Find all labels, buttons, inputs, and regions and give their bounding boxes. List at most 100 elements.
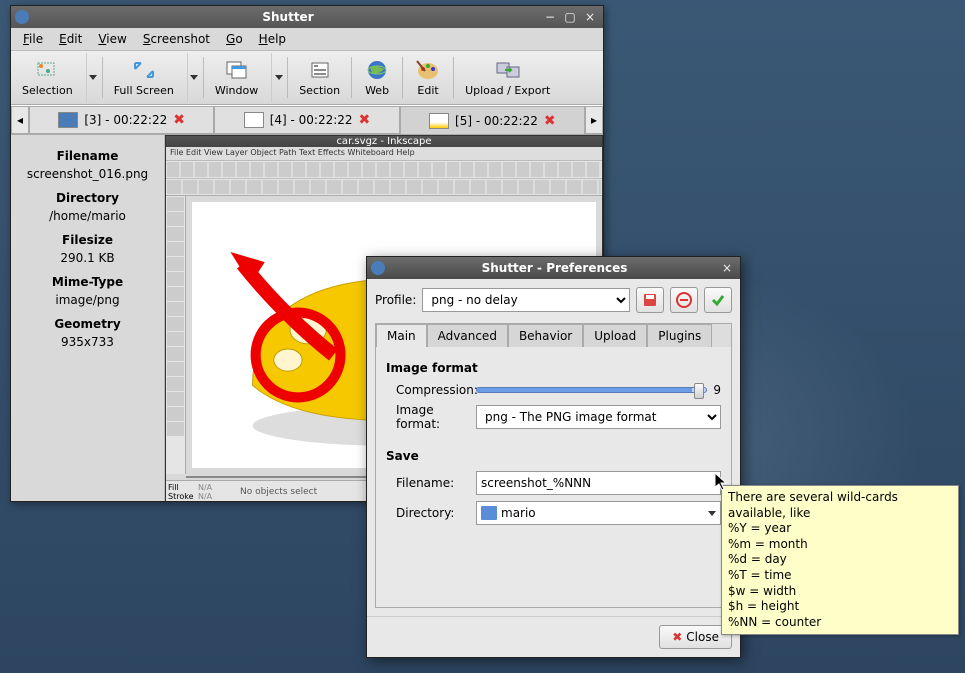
- web-label: Web: [365, 84, 389, 97]
- inkscape-toolbar: File Edit View Layer Object Path Text Ef…: [166, 147, 602, 196]
- prefs-close-x[interactable]: ×: [718, 260, 736, 276]
- edit-button[interactable]: Edit: [405, 53, 451, 102]
- folder-icon: [481, 506, 497, 520]
- info-sidebar: Filename screenshot_016.png Directory /h…: [11, 135, 165, 501]
- main-titlebar[interactable]: Shutter − ▢ ×: [11, 6, 603, 28]
- compression-slider[interactable]: [476, 387, 707, 393]
- selection-button[interactable]: Selection: [13, 53, 82, 102]
- tab-close-icon[interactable]: ✖: [544, 113, 556, 129]
- menu-screenshot[interactable]: Screenshot: [137, 30, 216, 48]
- chevron-down-icon: [89, 75, 97, 80]
- menu-help[interactable]: Help: [253, 30, 292, 48]
- filesize-value: 290.1 KB: [19, 251, 156, 265]
- window-label: Window: [215, 84, 258, 97]
- filename-input[interactable]: [476, 471, 721, 495]
- prefs-titlebar[interactable]: Shutter - Preferences ×: [367, 257, 740, 279]
- fullscreen-dropdown[interactable]: [187, 53, 201, 102]
- fullscreen-label: Full Screen: [114, 84, 174, 97]
- slider-thumb[interactable]: [694, 383, 704, 399]
- filesize-label: Filesize: [19, 233, 156, 247]
- filename-value: screenshot_016.png: [19, 167, 156, 181]
- tab-close-icon[interactable]: ✖: [173, 112, 185, 128]
- fullscreen-button[interactable]: Full Screen: [105, 53, 183, 102]
- tab-label: [3] - 00:22:22: [84, 113, 167, 127]
- tab-label: [4] - 00:22:22: [270, 113, 353, 127]
- menu-view[interactable]: View: [92, 30, 132, 48]
- window-icon: [223, 58, 251, 82]
- section-button[interactable]: Section: [290, 53, 349, 102]
- upload-icon: [494, 58, 522, 82]
- tab-main[interactable]: Main: [376, 324, 427, 347]
- tab-label: [5] - 00:22:22: [455, 114, 538, 128]
- window-button[interactable]: Window: [206, 53, 267, 102]
- selection-label: Selection: [22, 84, 73, 97]
- delete-profile-button[interactable]: [670, 287, 698, 313]
- save-profile-button[interactable]: [636, 287, 664, 313]
- section-icon: [306, 58, 334, 82]
- prefs-tabs: Main Advanced Behavior Upload Plugins Im…: [375, 323, 732, 608]
- tab-5[interactable]: [5] - 00:22:22 ✖: [400, 106, 585, 134]
- edit-label: Edit: [417, 84, 438, 97]
- compression-label: Compression:: [386, 383, 476, 397]
- tooltip-line: There are several wild-cards available, …: [728, 490, 952, 521]
- inkscape-title: car.svgz - Inkscape: [166, 136, 602, 147]
- image-format-select[interactable]: png - The PNG image format: [476, 405, 721, 429]
- tooltip-line: %T = time: [728, 568, 952, 584]
- directory-label: Directory: [19, 191, 156, 205]
- window-dropdown[interactable]: [271, 53, 285, 102]
- tab-scroll-right[interactable]: ▸: [585, 106, 603, 134]
- toolbar: Selection Full Screen Window Section Web…: [11, 51, 603, 105]
- tooltip-line: %m = month: [728, 537, 952, 553]
- minimize-button[interactable]: −: [541, 9, 559, 25]
- app-icon: [15, 10, 29, 24]
- tab-upload[interactable]: Upload: [583, 324, 647, 347]
- directory-field-label: Directory:: [386, 506, 476, 520]
- globe-icon: [363, 58, 391, 82]
- compression-value: 9: [713, 383, 721, 397]
- menu-go[interactable]: Go: [220, 30, 249, 48]
- tab-3[interactable]: [3] - 00:22:22 ✖: [29, 106, 214, 134]
- tabs-row: ◂ [3] - 00:22:22 ✖ [4] - 00:22:22 ✖ [5] …: [11, 105, 603, 135]
- inkscape-toolbox: [166, 196, 186, 474]
- tab-scroll-left[interactable]: ◂: [11, 106, 29, 134]
- tooltip-line: %d = day: [728, 552, 952, 568]
- save-section: Save: [386, 449, 721, 463]
- wildcard-tooltip: There are several wild-cards available, …: [721, 485, 959, 635]
- chevron-down-icon: [708, 511, 716, 516]
- directory-select[interactable]: mario: [476, 501, 721, 525]
- tab-thumb-icon: [58, 112, 78, 128]
- tab-thumb-icon: [244, 112, 264, 128]
- geometry-label: Geometry: [19, 317, 156, 331]
- tab-close-icon[interactable]: ✖: [359, 112, 371, 128]
- prefs-title: Shutter - Preferences: [391, 261, 718, 275]
- section-label: Section: [299, 84, 340, 97]
- profile-select[interactable]: png - no delay: [422, 288, 630, 312]
- filename-label: Filename: [19, 149, 156, 163]
- upload-button[interactable]: Upload / Export: [456, 53, 559, 102]
- tab-advanced[interactable]: Advanced: [427, 324, 508, 347]
- tooltip-line: %Y = year: [728, 521, 952, 537]
- chevron-down-icon: [275, 75, 283, 80]
- maximize-button[interactable]: ▢: [561, 9, 579, 25]
- directory-value: mario: [501, 506, 708, 520]
- tab-behavior[interactable]: Behavior: [508, 324, 583, 347]
- menu-edit[interactable]: Edit: [53, 30, 88, 48]
- imgfmt-label: Image format:: [386, 403, 476, 431]
- fullscreen-icon: [130, 58, 158, 82]
- tab-plugins[interactable]: Plugins: [647, 324, 712, 347]
- prefs-tab-content: Image format Compression: 9 Image format…: [376, 347, 731, 607]
- profile-row: Profile: png - no delay: [375, 287, 732, 313]
- close-button[interactable]: ×: [581, 9, 599, 25]
- tooltip-line: $h = height: [728, 599, 952, 615]
- selection-dropdown[interactable]: [86, 53, 100, 102]
- apply-profile-button[interactable]: [704, 287, 732, 313]
- tooltip-line: %NN = counter: [728, 615, 952, 631]
- mimetype-label: Mime-Type: [19, 275, 156, 289]
- close-icon: ✖: [672, 630, 682, 644]
- web-button[interactable]: Web: [354, 53, 400, 102]
- mimetype-value: image/png: [19, 293, 156, 307]
- menu-file[interactable]: File: [17, 30, 49, 48]
- filename-field-label: Filename:: [386, 476, 476, 490]
- geometry-value: 935x733: [19, 335, 156, 349]
- tab-4[interactable]: [4] - 00:22:22 ✖: [214, 106, 399, 134]
